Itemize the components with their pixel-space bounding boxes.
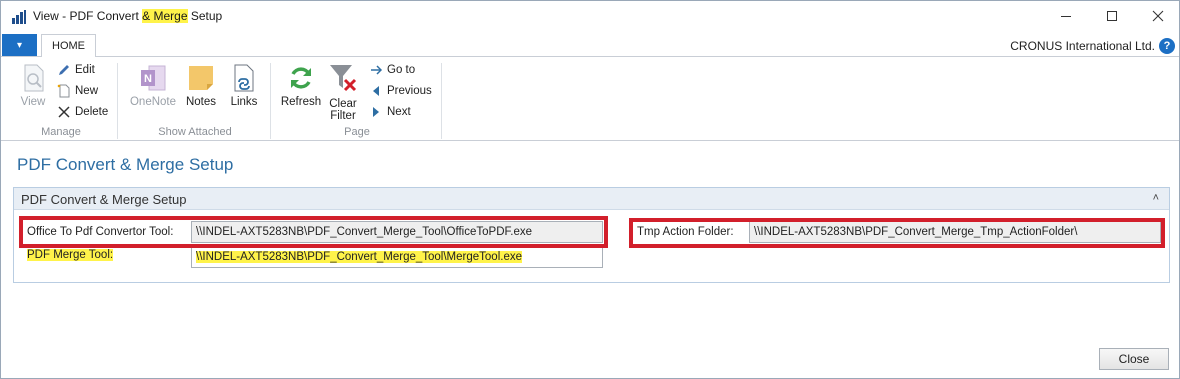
previous-button[interactable]: Previous [369,82,432,100]
ribbon-separator [117,63,118,139]
page-title: PDF Convert & Merge Setup [17,155,234,174]
delete-label: Delete [75,106,109,118]
clear-filter-label-line1: Clear [329,98,357,110]
highlight-box-office-tool [19,216,608,248]
fasttab-header[interactable]: PDF Convert & Merge Setup ˄ [14,188,1169,210]
window-title: View - PDF Convert & Merge Setup [33,9,222,23]
goto-label: Go to [387,64,416,76]
edit-label: Edit [75,64,95,76]
ribbon-separator [270,63,271,139]
company-name: CRONUS International Ltd. [1010,39,1155,53]
clear-filter-button[interactable]: Clear Filter [325,62,361,122]
minimize-icon [1061,16,1071,17]
next-icon [373,107,379,117]
ribbon-tab-row: ▾ HOME CRONUS International Ltd. ? [1,33,1179,58]
fasttab-general: PDF Convert & Merge Setup ˄ Office To Pd… [13,187,1170,283]
close-window-button[interactable] [1135,1,1179,31]
notes-button[interactable]: Notes [182,62,220,108]
chevron-up-icon[interactable]: ˄ [1153,192,1159,204]
view-label: View [20,96,46,108]
title-bar: View - PDF Convert & Merge Setup [1,1,1179,33]
highlight-box-tmp-folder [629,218,1165,248]
refresh-button[interactable]: Refresh [279,62,323,108]
edit-icon [59,65,69,75]
fasttab-title: PDF Convert & Merge Setup [21,192,187,207]
view-icon [24,64,44,92]
delete-button[interactable]: Delete [57,103,108,121]
chevron-down-icon: ▾ [16,39,23,51]
svg-text:N: N [144,73,152,85]
help-glyph: ? [1163,40,1171,52]
maximize-icon [1107,11,1117,21]
previous-icon [373,86,379,96]
minimize-button[interactable] [1043,1,1089,31]
redacted-title-text: & Merge [142,9,188,23]
ribbon-separator [441,63,442,139]
links-button[interactable]: Links [226,62,262,108]
close-button[interactable]: Close [1099,348,1169,370]
previous-label: Previous [387,85,432,97]
refresh-label: Refresh [280,96,322,108]
group-label-manage: Manage [41,126,81,138]
delete-icon [58,106,70,118]
onenote-button[interactable]: N OneNote [127,62,179,108]
setup-window: View - PDF Convert & Merge Setup ▾ HOME … [0,0,1180,379]
dynamics-nav-icon [12,10,26,24]
ribbon: View Edit New Delete Manage N OneNote No… [1,57,1179,141]
group-label-show-attached: Show Attached [158,126,232,138]
tab-home-label: HOME [52,40,85,52]
merge-tool-input[interactable]: \\INDEL-AXT5283NB\PDF_Convert_Merge_Tool… [191,246,603,268]
close-icon [1152,10,1164,22]
new-icon [57,84,70,98]
new-button[interactable]: New [57,82,98,100]
onenote-icon: N [141,65,166,91]
notes-label: Notes [185,96,217,108]
links-label: Links [230,96,258,108]
close-button-label: Close [1118,352,1150,366]
app-menu-button[interactable]: ▾ [2,34,37,56]
group-label-page: Page [344,126,370,138]
new-label: New [75,85,99,97]
links-icon [234,64,254,92]
notes-icon [189,66,213,90]
merge-tool-value: \\INDEL-AXT5283NB\PDF_Convert_Merge_Tool… [196,251,522,263]
help-icon[interactable]: ? [1159,38,1175,54]
next-button[interactable]: Next [369,103,411,121]
maximize-button[interactable] [1089,1,1135,31]
view-button[interactable]: View [13,62,53,108]
goto-icon [371,65,383,75]
merge-tool-label-text: PDF Merge Tool: [27,249,114,261]
edit-button[interactable]: Edit [57,61,95,79]
tab-home[interactable]: HOME [41,34,96,58]
clear-filter-label-line2: Filter [330,110,356,122]
clear-filter-icon [330,65,357,92]
window-title-suffix: Setup [187,9,223,23]
goto-button[interactable]: Go to [369,61,415,79]
window-title-prefix: View - PDF Convert [33,9,143,23]
merge-tool-label: PDF Merge Tool: [27,249,114,261]
next-label: Next [387,106,411,118]
onenote-label: OneNote [129,96,177,108]
refresh-icon [291,67,311,89]
